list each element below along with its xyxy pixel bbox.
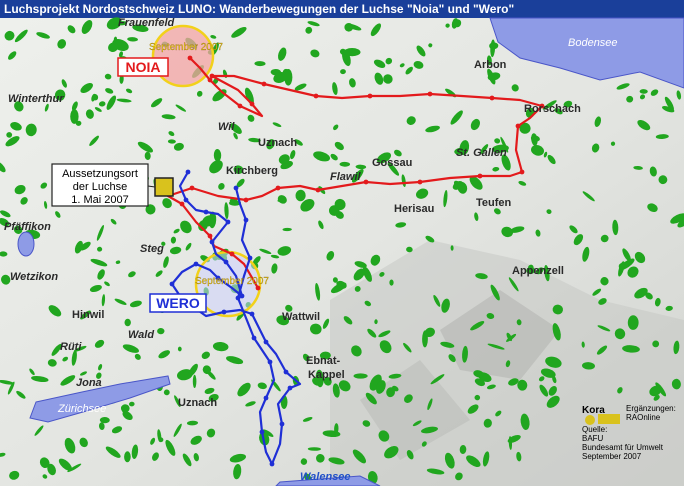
noia-track-point <box>207 233 213 239</box>
place-rueti: Rüti <box>60 341 82 353</box>
credits-datum: September 2007 <box>582 452 642 461</box>
noia-track-point <box>237 103 243 109</box>
noia-label: NOIA <box>126 59 161 75</box>
water-walensee: Walensee <box>300 471 351 483</box>
forest-patch <box>389 279 394 286</box>
release-label-line-1: Aussetzungsort <box>62 168 138 180</box>
wero-track-point <box>263 339 269 345</box>
place-rorschach: Rorschach <box>524 103 581 115</box>
place-teufen: Teufen <box>476 197 512 209</box>
map-canvas: Aussetzungsort der Luchse 1. Mai 2007 NO… <box>0 17 684 486</box>
place-wattwil: Wattwil <box>282 311 320 323</box>
place-steg: Steg <box>140 243 164 255</box>
kora-logo-band <box>598 414 620 424</box>
noia-track-point <box>249 101 255 107</box>
place-wil: Wil <box>218 121 235 133</box>
wero-track-point <box>269 461 275 467</box>
credits-raonline: RAOnline <box>626 413 661 422</box>
noia-track-point <box>367 93 373 99</box>
place-kirchberg: Kirchberg <box>226 165 278 177</box>
wero-track-point <box>279 421 285 427</box>
noia-track-point <box>261 81 267 87</box>
forest-patch <box>124 318 131 327</box>
noia-date-label: September 2007 <box>149 42 223 53</box>
water-zuerichsee: Zürichsee <box>57 403 106 415</box>
wero-track-point <box>247 255 253 261</box>
place-herisau: Herisau <box>394 203 434 215</box>
noia-track-point <box>189 185 195 191</box>
release-site-marker <box>154 177 174 197</box>
noia-track-point <box>519 169 525 175</box>
release-label-line-2: der Luchse <box>73 181 127 193</box>
credits-bundesamt: Bundesamt für Umwelt <box>582 443 664 452</box>
wero-track-point <box>249 311 255 317</box>
wero-track-point <box>283 369 289 375</box>
wero-track-point <box>221 309 227 315</box>
release-label-line-3: 1. Mai 2007 <box>71 194 128 206</box>
pfaeffikersee-lake <box>17 231 35 257</box>
wero-track-point <box>243 217 249 223</box>
place-appenzell: Appenzell <box>512 265 564 277</box>
noia-track-point <box>363 179 369 185</box>
forest-patch <box>192 374 197 388</box>
place-uznach-north: Uznach <box>258 137 297 149</box>
noia-track-point <box>515 123 521 129</box>
wero-date-label: September 2007 <box>195 276 269 287</box>
noia-track-point <box>179 201 185 207</box>
wero-track-point <box>183 197 189 203</box>
wero-track-point <box>263 395 269 401</box>
place-hinwil: Hinwil <box>72 309 104 321</box>
noia-track-point <box>187 55 193 61</box>
noia-track-point <box>489 95 495 101</box>
place-arbon: Arbon <box>474 59 507 71</box>
wero-track-point <box>235 295 241 301</box>
credits-bafu: BAFU <box>582 434 604 443</box>
noia-track-point <box>313 93 319 99</box>
place-winterthur: Winterthur <box>8 93 64 105</box>
place-ebnat: Ebnat- <box>306 355 341 367</box>
wero-label: WERO <box>156 295 200 311</box>
wero-track-point <box>251 335 257 341</box>
wero-track-point <box>267 359 273 365</box>
wero-track-point <box>225 219 231 225</box>
kora-logo-mark <box>585 415 595 425</box>
place-wald: Wald <box>128 329 154 341</box>
lynx-migration-map: Luchsprojekt Nordostschweiz LUNO: Wander… <box>0 0 684 486</box>
wero-track-point <box>233 185 239 191</box>
place-wetzikon: Wetzikon <box>10 271 58 283</box>
water-bodensee: Bodensee <box>568 37 618 49</box>
credits-quelle: Quelle: <box>582 425 607 434</box>
place-frauenfeld: Frauenfeld <box>118 17 175 29</box>
wero-track-point <box>193 261 199 267</box>
wero-track-point <box>209 239 215 245</box>
place-jona: Jona <box>76 377 102 389</box>
place-kappel: Kappel <box>308 369 345 381</box>
place-pfaeffikon: Pfäffikon <box>4 221 51 233</box>
wero-track-point <box>169 281 175 287</box>
noia-track-point <box>229 251 235 257</box>
wero-track-point <box>203 209 209 215</box>
noia-track-point <box>417 179 423 185</box>
noia-track-point <box>275 185 281 191</box>
noia-location-circle <box>151 24 215 88</box>
forest-patch <box>353 373 368 379</box>
place-gossau: Gossau <box>372 157 412 169</box>
place-flawil: Flawil <box>330 171 362 183</box>
wero-track-point <box>223 259 229 265</box>
credits-ergaenzungen: Ergänzungen: <box>626 404 676 413</box>
noia-track-point <box>477 173 483 179</box>
wero-track-point <box>259 429 265 435</box>
noia-track-point <box>427 91 433 97</box>
wero-track-point <box>287 385 293 391</box>
place-stgallen: St. Gallen <box>456 147 507 159</box>
wero-track-point <box>185 169 191 175</box>
noia-track-point <box>209 73 215 79</box>
forest-patch <box>343 47 361 57</box>
noia-track-point <box>315 187 321 193</box>
place-uznach-south: Uznach <box>178 397 217 409</box>
noia-track-point <box>243 197 249 203</box>
